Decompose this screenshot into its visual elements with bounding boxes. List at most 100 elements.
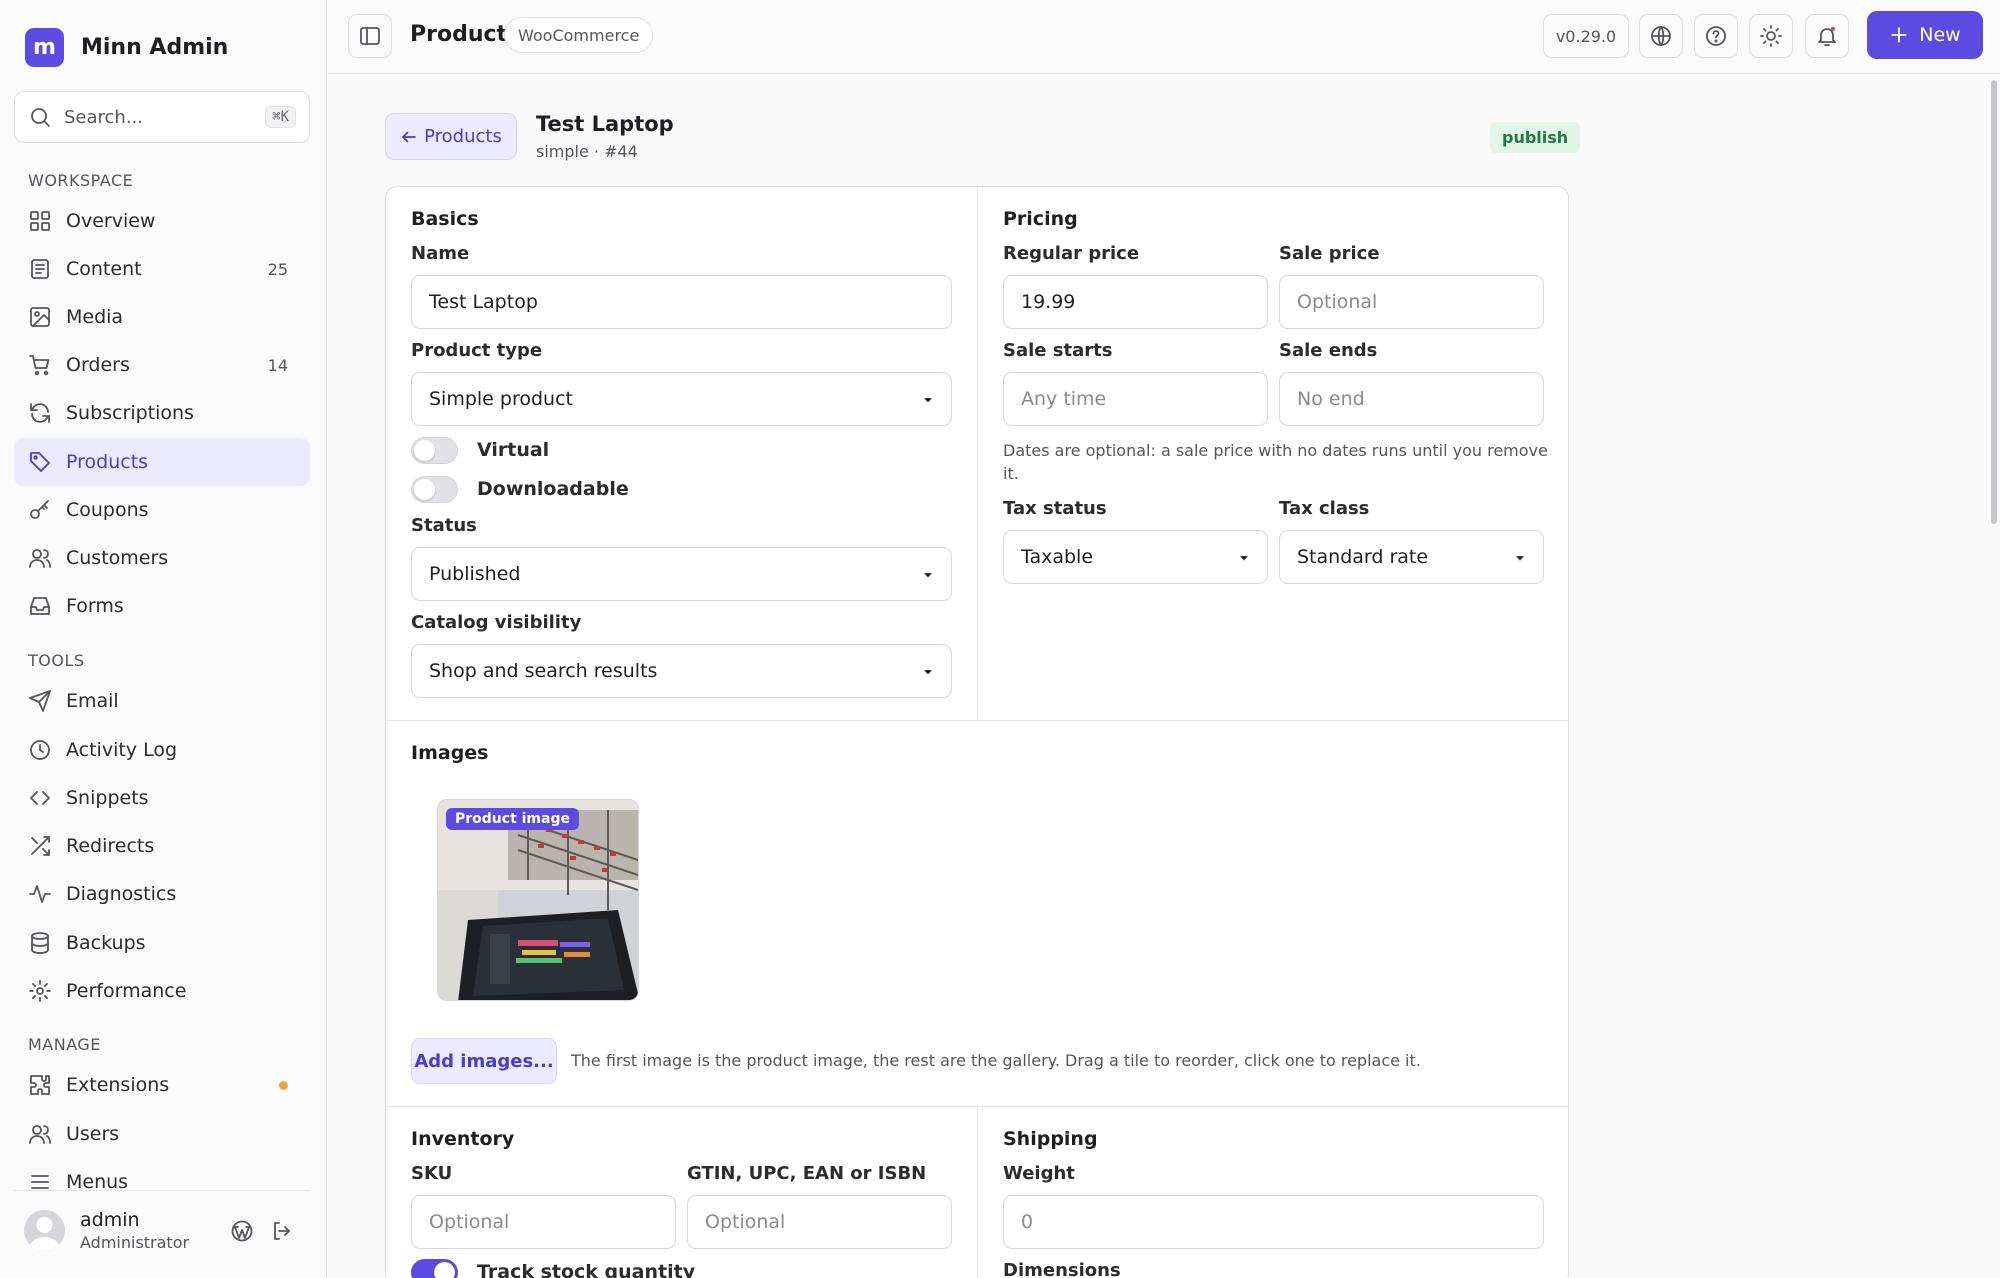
wordpress-icon[interactable] xyxy=(230,1219,254,1243)
search-icon xyxy=(28,105,52,129)
sidebar-item-label: Content xyxy=(66,258,142,280)
catalog-visibility-select[interactable]: Shop and search results xyxy=(411,644,952,698)
theme-toggle-button[interactable] xyxy=(1749,14,1793,58)
sidebar-item-label: Users xyxy=(66,1123,120,1145)
user-name: admin xyxy=(80,1209,140,1231)
downloadable-toggle[interactable] xyxy=(411,476,458,503)
sidebar-item-media[interactable]: Media xyxy=(14,293,310,341)
sidebar-item-customers[interactable]: Customers xyxy=(14,534,310,582)
user-bar: admin Administrator xyxy=(14,1190,310,1270)
sidebar-item-subscriptions[interactable]: Subscriptions xyxy=(14,389,310,437)
help-button[interactable] xyxy=(1694,14,1738,58)
sidebar-item-forms[interactable]: Forms xyxy=(14,582,310,630)
back-to-products-button[interactable]: Products xyxy=(385,113,517,160)
users-icon xyxy=(28,546,52,570)
name-label: Name xyxy=(411,243,470,264)
sidebar-item-diagnostics[interactable]: Diagnostics xyxy=(14,870,310,918)
section-label-manage: MANAGE xyxy=(28,1035,101,1054)
sidebar-item-label: Diagnostics xyxy=(66,883,177,905)
sidebar-item-performance[interactable]: Performance xyxy=(14,967,310,1015)
sidebar-item-snippets[interactable]: Snippets xyxy=(14,774,310,822)
sidebar-item-label: Email xyxy=(66,690,119,712)
brand[interactable]: m Minn Admin xyxy=(25,28,228,67)
tax-status-select[interactable]: Taxable xyxy=(1003,530,1268,584)
catalog-visibility-value: Shop and search results xyxy=(429,660,658,682)
section-label-tools: TOOLS xyxy=(28,651,85,670)
status-label: Status xyxy=(411,515,477,536)
logout-icon[interactable] xyxy=(270,1219,294,1243)
sidebar-item-label: Backups xyxy=(66,932,146,954)
back-button-label: Products xyxy=(424,126,502,147)
catalog-visibility-label: Catalog visibility xyxy=(411,612,582,633)
scrollbar-thumb[interactable] xyxy=(1991,80,1997,524)
plus-icon xyxy=(1889,25,1919,45)
sku-input[interactable]: Optional xyxy=(411,1195,676,1249)
status-value: Published xyxy=(429,563,521,585)
chevron-down-icon xyxy=(1513,551,1527,565)
search-input[interactable]: Search... ⌘K xyxy=(14,91,310,143)
status-select[interactable]: Published xyxy=(411,547,952,601)
tax-status-label: Tax status xyxy=(1003,498,1107,519)
toggle-knob xyxy=(414,440,435,461)
sidebar-item-coupons[interactable]: Coupons xyxy=(14,486,310,534)
sale-ends-input[interactable]: No end xyxy=(1279,372,1544,426)
gtin-input[interactable]: Optional xyxy=(687,1195,952,1249)
sale-price-input[interactable]: Optional xyxy=(1279,275,1544,329)
inbox-icon xyxy=(28,594,52,618)
tax-class-select[interactable]: Standard rate xyxy=(1279,530,1544,584)
gear-icon xyxy=(28,979,52,1003)
version-button[interactable]: v0.29.0 xyxy=(1543,14,1629,58)
product-subtitle: simple · #44 xyxy=(536,142,638,161)
track-stock-toggle[interactable] xyxy=(411,1259,458,1278)
sidebar-item-backups[interactable]: Backups xyxy=(14,919,310,967)
sale-dates-help: Dates are optional: a sale price with no… xyxy=(1003,441,1548,483)
topbar: Product WooCommerce v0.29.0 New xyxy=(328,0,2000,74)
weight-input[interactable]: 0 xyxy=(1003,1195,1544,1249)
send-icon xyxy=(28,689,52,713)
notifications-button[interactable] xyxy=(1805,14,1849,58)
toggle-sidebar-button[interactable] xyxy=(348,14,392,58)
update-dot xyxy=(279,1080,288,1090)
track-stock-label: Track stock quantity xyxy=(477,1261,696,1278)
users-icon xyxy=(28,1122,52,1146)
sidebar-item-activity-log[interactable]: Activity Log xyxy=(14,726,310,774)
avatar[interactable] xyxy=(24,1210,65,1251)
search-placeholder: Search... xyxy=(64,106,144,128)
sku-label: SKU xyxy=(411,1163,453,1184)
sidebar-item-redirects[interactable]: Redirects xyxy=(14,822,310,870)
name-input[interactable]: Test Laptop xyxy=(411,275,952,329)
new-button[interactable]: New xyxy=(1867,11,1983,59)
code-icon xyxy=(28,786,52,810)
sale-starts-input[interactable]: Any time xyxy=(1003,372,1268,426)
scrollbar[interactable] xyxy=(1987,74,2000,1278)
grid-icon xyxy=(28,209,52,233)
sidebar-item-products[interactable]: Products xyxy=(14,438,310,486)
chevron-down-icon xyxy=(1237,551,1251,565)
product-type-label: Product type xyxy=(411,340,543,361)
virtual-toggle[interactable] xyxy=(411,437,458,464)
site-button[interactable] xyxy=(1639,14,1683,58)
status-badge: publish xyxy=(1490,122,1581,153)
sidebar-item-orders[interactable]: Orders 14 xyxy=(14,341,310,389)
toggle-knob xyxy=(434,1262,455,1278)
sidebar-item-content[interactable]: Content 25 xyxy=(14,245,310,293)
database-icon xyxy=(28,931,52,955)
sidebar-item-users[interactable]: Users xyxy=(14,1110,310,1158)
sidebar-item-count: 14 xyxy=(267,355,288,375)
sidebar-item-label: Forms xyxy=(66,595,124,617)
product-image-tile[interactable]: Product image xyxy=(437,799,639,1001)
add-images-button[interactable]: Add images... xyxy=(411,1038,557,1084)
sidebar-item-overview[interactable]: Overview xyxy=(14,197,310,245)
sidebar-item-label: Media xyxy=(66,306,124,328)
sale-price-label: Sale price xyxy=(1279,243,1380,264)
regular-price-input[interactable]: 19.99 xyxy=(1003,275,1268,329)
sidebar-item-extensions[interactable]: Extensions xyxy=(14,1061,310,1109)
sidebar-item-label: Coupons xyxy=(66,499,149,521)
product-form-card: Basics Name Test Laptop Product type Sim… xyxy=(385,186,1569,1278)
sidebar-item-label: Subscriptions xyxy=(66,402,194,424)
section-label-workspace: WORKSPACE xyxy=(28,171,134,190)
virtual-label: Virtual xyxy=(477,439,550,461)
document-icon xyxy=(28,257,52,281)
product-type-select[interactable]: Simple product xyxy=(411,372,952,426)
sidebar-item-email[interactable]: Email xyxy=(14,677,310,725)
